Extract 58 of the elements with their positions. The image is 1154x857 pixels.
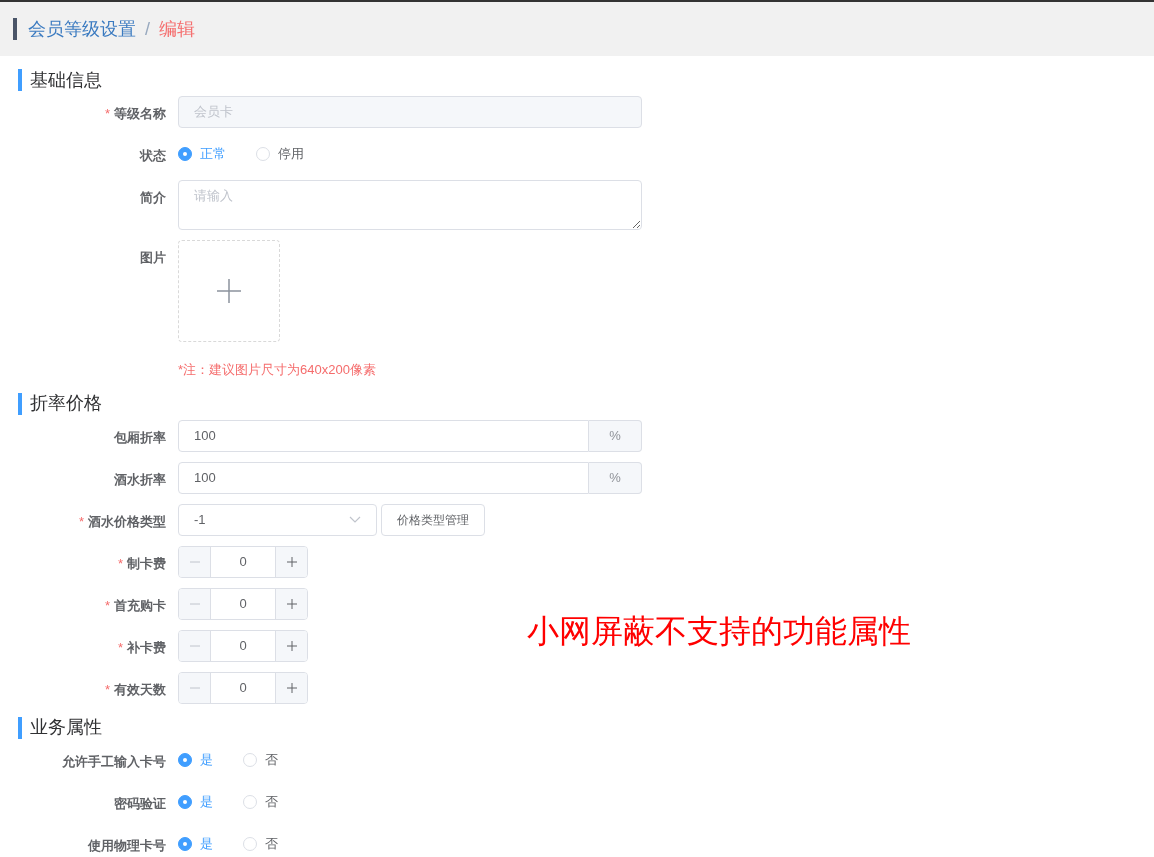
field-label: 酒水价格类型 — [88, 512, 166, 531]
plus-icon — [286, 598, 297, 609]
image-upload[interactable] — [178, 240, 280, 342]
image-size-note: *注：建议图片尺寸为640x200像素 — [178, 361, 376, 379]
minus-button[interactable] — [179, 588, 211, 619]
description-field[interactable]: 请输入 — [178, 180, 642, 230]
number-stepper[interactable]: 0 — [178, 629, 308, 662]
required-mark: * — [104, 680, 110, 699]
plus-button[interactable] — [275, 630, 307, 661]
required-mark: * — [78, 512, 84, 531]
field-label: 状态 — [140, 147, 166, 165]
minus-button[interactable] — [179, 672, 211, 703]
field-label: 补卡费 — [127, 638, 166, 657]
percent-addon: % — [589, 419, 642, 452]
price-type-button[interactable]: 价格类型管理 — [381, 503, 485, 536]
section-title: 基础信息 — [30, 68, 102, 92]
radio-option[interactable]: 停用 — [256, 144, 304, 164]
field-label: 有效天数 — [114, 680, 166, 699]
minus-button[interactable] — [179, 630, 211, 661]
plus-button[interactable] — [275, 588, 307, 619]
number-stepper[interactable]: 0 — [178, 671, 308, 704]
percent-addon: % — [589, 461, 642, 494]
field-label: 包厢折率 — [114, 428, 166, 447]
field-label: 密码验证 — [114, 794, 166, 813]
radio-option[interactable]: 否 — [243, 791, 278, 812]
field-label: 制卡费 — [127, 554, 166, 573]
required-mark: * — [117, 554, 123, 573]
breadcrumb-separator: / — [145, 17, 150, 41]
field-label: 酒水折率 — [114, 470, 166, 489]
required-mark: * — [117, 638, 123, 657]
plus-icon — [216, 278, 242, 304]
plus-icon — [286, 556, 297, 567]
section-title: 业务属性 — [30, 716, 102, 739]
plus-button[interactable] — [275, 546, 307, 577]
minus-button[interactable] — [179, 546, 211, 577]
radio-option[interactable]: 否 — [243, 833, 278, 854]
chevron-down-icon — [349, 515, 361, 524]
field-label: 等级名称 — [114, 105, 166, 123]
plus-icon — [286, 640, 297, 651]
field-label: 简介 — [140, 189, 166, 207]
plus-icon — [286, 682, 297, 693]
rate-field[interactable]: 100 — [178, 461, 589, 494]
field-label: 使用物理卡号 — [88, 836, 166, 855]
field-label: 允许手工输入卡号 — [62, 752, 166, 771]
price-type-select[interactable]: -1 — [178, 503, 377, 536]
breadcrumb-item: 编辑 — [159, 17, 195, 41]
field-label: 图片 — [140, 249, 166, 267]
rate-field[interactable]: 100 — [178, 419, 589, 452]
number-stepper[interactable]: 0 — [178, 587, 308, 620]
required-mark: * — [104, 596, 110, 615]
plus-button[interactable] — [275, 672, 307, 703]
annotation-text: 小网屏蔽不支持的功能属性 — [527, 612, 911, 651]
section-title: 折率价格 — [30, 392, 102, 415]
field-label: 首充购卡 — [114, 596, 166, 615]
required-mark: * — [104, 105, 110, 123]
breadcrumb-item[interactable]: 会员等级设置 — [28, 15, 136, 43]
number-stepper[interactable]: 0 — [178, 545, 308, 578]
radio-option[interactable]: 否 — [243, 749, 278, 770]
